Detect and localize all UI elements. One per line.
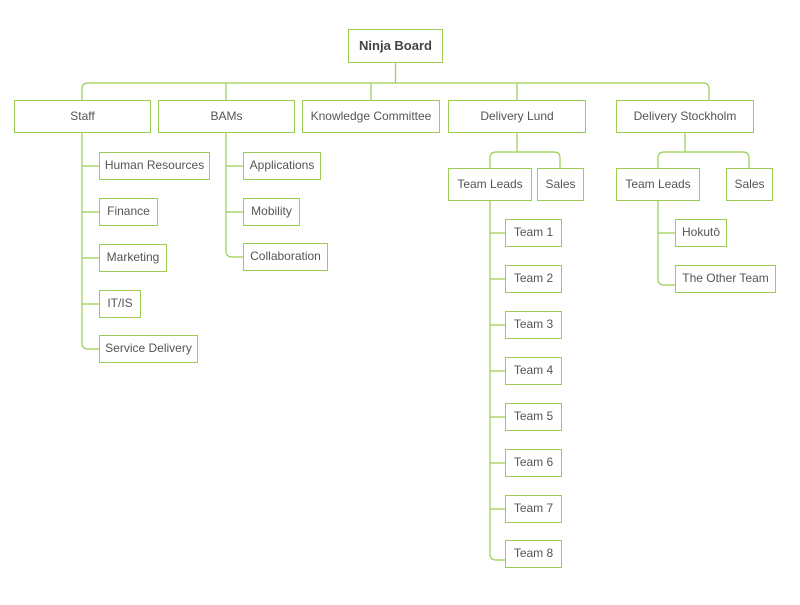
org-chart-canvas: Ninja Board Staff BAMs Knowledge Committ… — [0, 0, 800, 605]
node-label: Team Leads — [625, 176, 691, 191]
node-lund-sales[interactable]: Sales — [537, 168, 584, 201]
node-lund-team-leads[interactable]: Team Leads — [448, 168, 532, 201]
node-it-is[interactable]: IT/IS — [99, 290, 141, 318]
node-delivery-stockholm[interactable]: Delivery Stockholm — [616, 100, 754, 133]
node-applications[interactable]: Applications — [243, 152, 321, 180]
edge-lund-bus — [489, 151, 561, 168]
node-finance[interactable]: Finance — [99, 198, 158, 226]
node-label: Team 8 — [513, 546, 554, 561]
node-team-8[interactable]: Team 8 — [505, 540, 562, 568]
node-label: Mobility — [251, 204, 292, 219]
node-team-3[interactable]: Team 3 — [505, 311, 562, 339]
edge-bams-spine — [225, 133, 243, 258]
node-bams[interactable]: BAMs — [158, 100, 295, 133]
node-label: Service Delivery — [105, 341, 192, 356]
edge-staff-spine — [81, 133, 99, 350]
node-label: Human Resources — [104, 158, 205, 173]
node-label: Delivery Lund — [480, 108, 554, 123]
node-team-2[interactable]: Team 2 — [505, 265, 562, 293]
edge-lund-teams-spine — [489, 201, 505, 561]
node-team-5[interactable]: Team 5 — [505, 403, 562, 431]
edge-top-bus — [81, 82, 710, 100]
node-stockholm-sales[interactable]: Sales — [726, 168, 773, 201]
node-staff[interactable]: Staff — [14, 100, 151, 133]
node-label: Team 2 — [513, 271, 554, 286]
node-label: Delivery Stockholm — [633, 108, 737, 123]
node-the-other-team[interactable]: The Other Team — [675, 265, 776, 293]
node-ninja-board[interactable]: Ninja Board — [348, 29, 443, 63]
node-label: Marketing — [106, 250, 160, 265]
node-label: Team 1 — [513, 225, 554, 240]
node-label: Team 6 — [513, 455, 554, 470]
node-label: BAMs — [210, 108, 243, 123]
node-label: IT/IS — [107, 296, 133, 311]
node-delivery-lund[interactable]: Delivery Lund — [448, 100, 586, 133]
node-marketing[interactable]: Marketing — [99, 244, 167, 272]
node-label: Knowledge Committee — [310, 108, 432, 123]
edge-stockholm-teams-spine — [657, 201, 675, 286]
node-label: Sales — [734, 176, 765, 191]
node-collaboration[interactable]: Collaboration — [243, 243, 328, 271]
node-human-resources[interactable]: Human Resources — [99, 152, 210, 180]
node-team-4[interactable]: Team 4 — [505, 357, 562, 385]
node-label: Team 5 — [513, 409, 554, 424]
node-service-delivery[interactable]: Service Delivery — [99, 335, 198, 363]
node-hokuto[interactable]: Hokutō — [675, 219, 727, 247]
node-mobility[interactable]: Mobility — [243, 198, 300, 226]
node-label: Team 4 — [513, 363, 554, 378]
node-label: Staff — [70, 108, 95, 123]
edge-stockholm-bus — [657, 151, 750, 168]
node-label: Team Leads — [457, 176, 523, 191]
node-label: Collaboration — [250, 249, 321, 264]
node-team-1[interactable]: Team 1 — [505, 219, 562, 247]
node-label: Team 7 — [513, 501, 554, 516]
node-label: Ninja Board — [359, 37, 432, 53]
node-team-6[interactable]: Team 6 — [505, 449, 562, 477]
node-stockholm-team-leads[interactable]: Team Leads — [616, 168, 700, 201]
node-label: Applications — [249, 158, 315, 173]
node-label: The Other Team — [682, 271, 769, 286]
node-team-7[interactable]: Team 7 — [505, 495, 562, 523]
node-label: Team 3 — [513, 317, 554, 332]
node-label: Sales — [545, 176, 576, 191]
node-label: Finance — [107, 204, 150, 219]
node-knowledge-committee[interactable]: Knowledge Committee — [302, 100, 440, 133]
node-label: Hokutō — [681, 225, 721, 240]
